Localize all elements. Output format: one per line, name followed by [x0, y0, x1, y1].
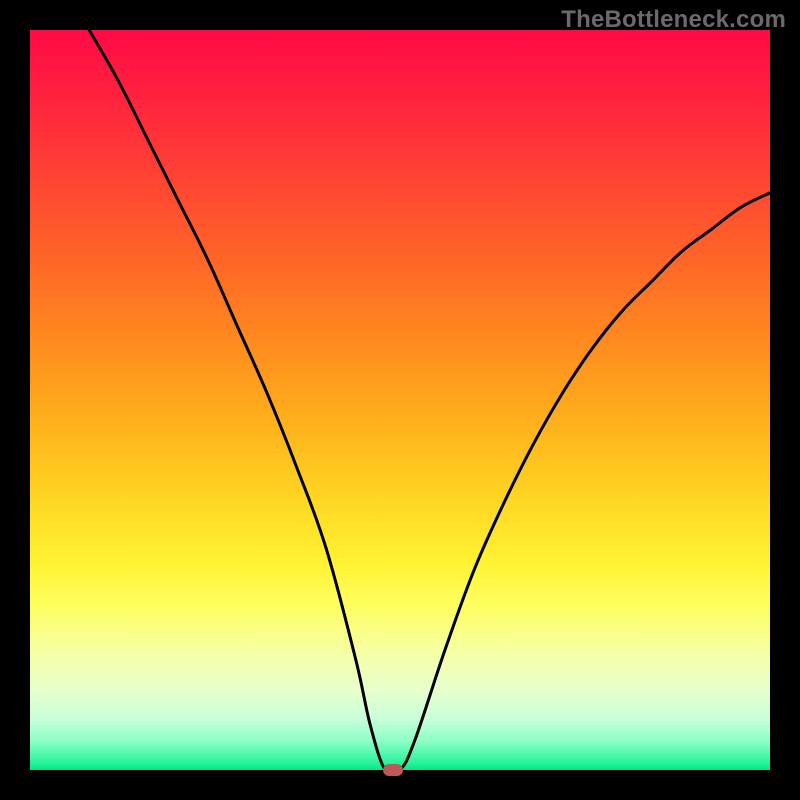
chart-frame: TheBottleneck.com	[0, 0, 800, 800]
bottleneck-curve-path	[89, 30, 770, 770]
optimal-marker	[383, 764, 403, 776]
watermark-label: TheBottleneck.com	[561, 6, 786, 34]
bottleneck-curve-svg	[30, 30, 770, 770]
